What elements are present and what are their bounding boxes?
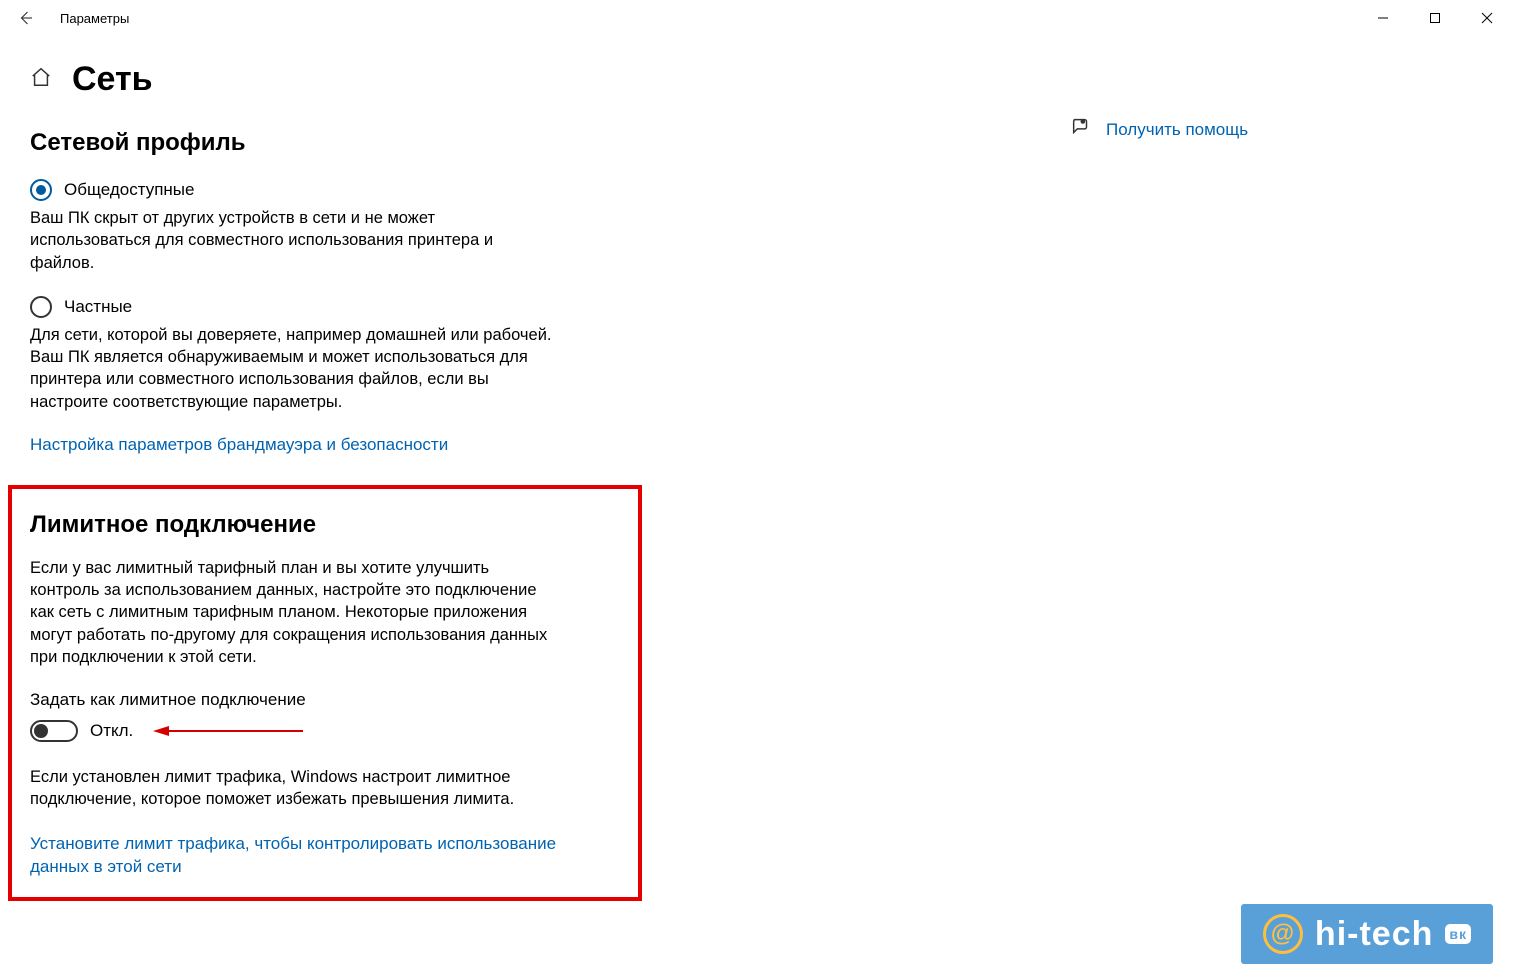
help-chat-icon [1070, 116, 1092, 143]
metered-toggle-row: Откл. [30, 720, 620, 742]
radio-private-label: Частные [64, 297, 132, 317]
firewall-settings-link[interactable]: Настройка параметров брандмауэра и безоп… [30, 435, 448, 454]
home-icon[interactable] [30, 66, 52, 93]
close-icon [1481, 12, 1493, 24]
titlebar: Параметры [0, 0, 1513, 36]
close-button[interactable] [1461, 0, 1513, 36]
page-header: Сеть [30, 60, 1030, 99]
radio-public-label: Общедоступные [64, 180, 194, 200]
radio-icon [30, 179, 52, 201]
metered-highlight-box: Лимитное подключение Если у вас лимитный… [8, 485, 642, 901]
private-description: Для сети, которой вы доверяете, например… [30, 324, 560, 413]
network-profile-heading: Сетевой профиль [30, 129, 1030, 157]
metered-toggle-label: Задать как лимитное подключение [30, 690, 620, 710]
radio-public[interactable]: Общедоступные [30, 179, 1030, 201]
maximize-button[interactable] [1409, 0, 1461, 36]
metered-heading: Лимитное подключение [30, 511, 620, 539]
metered-toggle[interactable] [30, 720, 78, 742]
watermark-at-icon: @ [1263, 914, 1303, 954]
window-title: Параметры [60, 11, 129, 26]
radio-private[interactable]: Частные [30, 296, 1030, 318]
toggle-knob-icon [34, 724, 48, 738]
minimize-icon [1377, 12, 1389, 24]
minimize-button[interactable] [1357, 0, 1409, 36]
watermark: @ hi-tech вк [1241, 904, 1493, 964]
public-description: Ваш ПК скрыт от других устройств в сети … [30, 207, 560, 274]
titlebar-left: Параметры [10, 2, 129, 34]
page-title: Сеть [72, 60, 153, 99]
set-data-limit-link[interactable]: Установите лимит трафика, чтобы контроли… [30, 833, 560, 879]
get-help-link[interactable]: Получить помощь [1106, 120, 1248, 140]
help-row: Получить помощь [1070, 116, 1248, 143]
metered-toggle-state: Откл. [90, 721, 133, 741]
content-area: Сеть Сетевой профиль Общедоступные Ваш П… [0, 36, 1513, 931]
window-controls [1357, 0, 1513, 36]
help-sidebar: Получить помощь [1070, 60, 1248, 143]
main-column: Сеть Сетевой профиль Общедоступные Ваш П… [30, 60, 1030, 901]
arrow-left-icon [17, 9, 35, 27]
watermark-badge: вк [1445, 924, 1471, 944]
watermark-text: hi-tech [1315, 915, 1433, 954]
metered-description: Если у вас лимитный тарифный план и вы х… [30, 557, 560, 668]
back-button[interactable] [10, 2, 42, 34]
maximize-icon [1429, 12, 1441, 24]
annotation-arrow [153, 724, 303, 738]
radio-icon [30, 296, 52, 318]
metered-info: Если установлен лимит трафика, Windows н… [30, 766, 560, 811]
